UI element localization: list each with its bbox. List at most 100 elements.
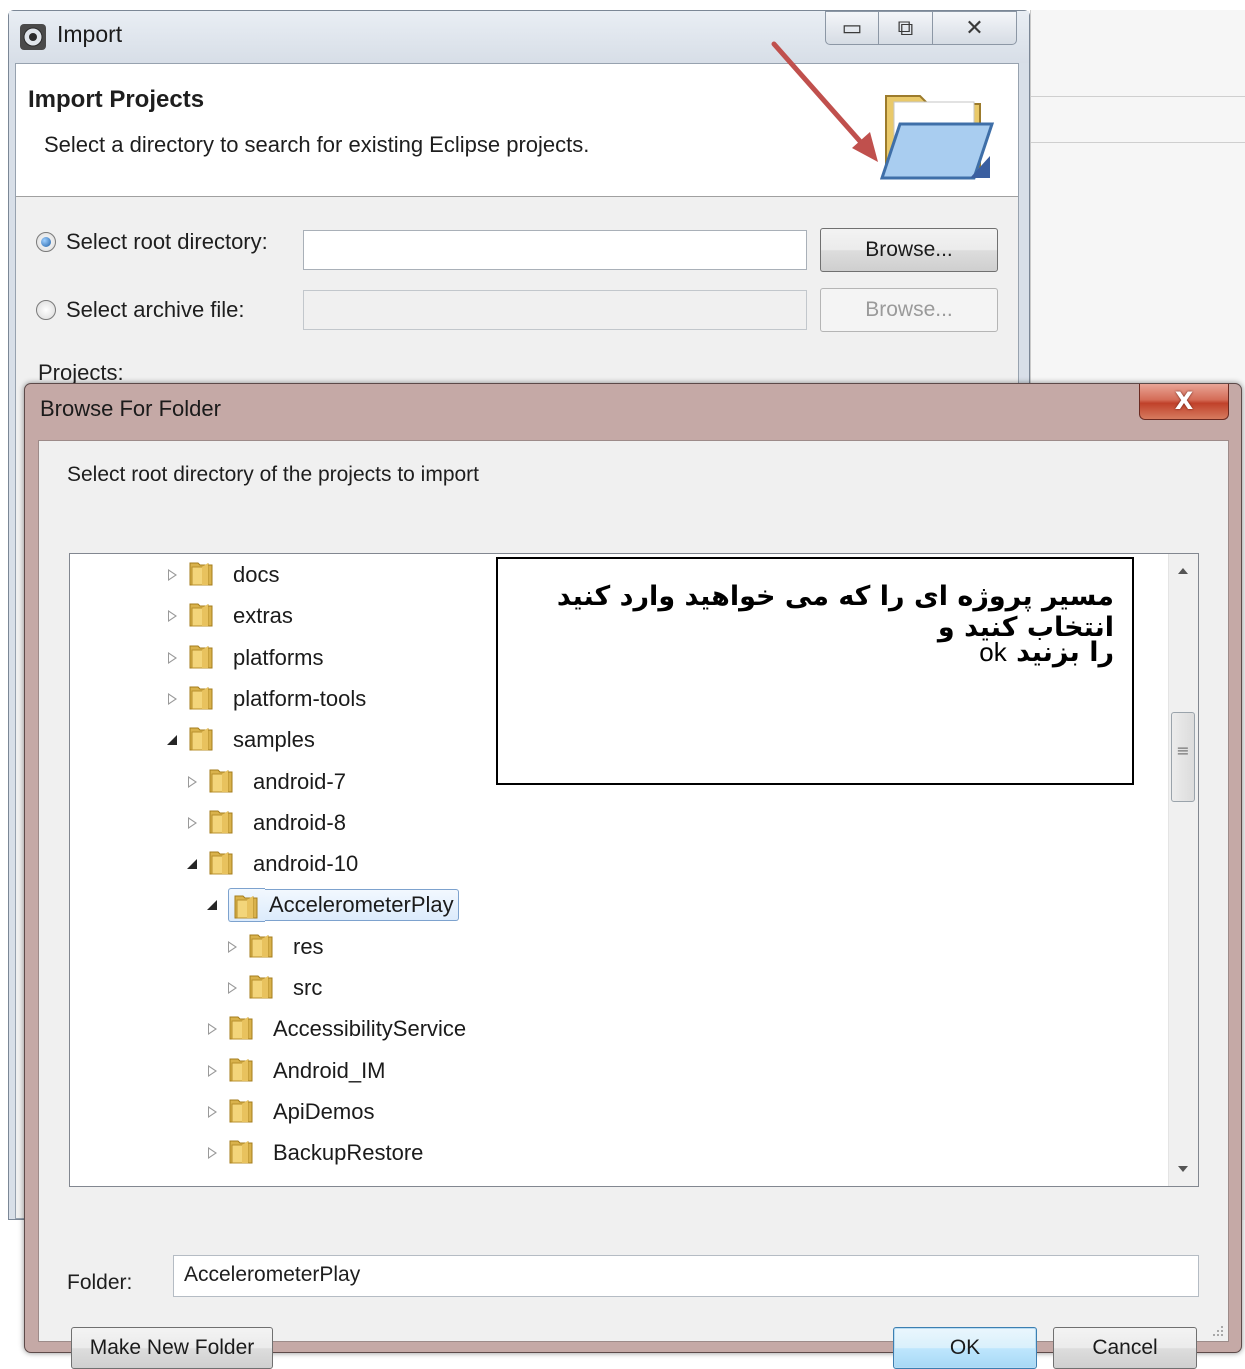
tree-item-icon-wrap: [228, 1135, 268, 1171]
archive-file-input[interactable]: [303, 290, 807, 330]
folder-icon: [229, 1058, 253, 1082]
annotation-arrow: [771, 41, 878, 162]
expand-arrow-icon[interactable]: [166, 682, 180, 716]
folder-icon: [249, 975, 273, 999]
page-description: Select a directory to search for existin…: [44, 132, 590, 157]
tree-item[interactable]: samples: [166, 723, 320, 757]
import-window-title: Import: [57, 21, 123, 47]
collapse-arrow-icon[interactable]: [186, 847, 200, 881]
tree-item[interactable]: platform-tools: [166, 682, 371, 716]
tree-item-label: ApiDemos: [273, 1098, 375, 1124]
folder-icon: [209, 769, 233, 792]
scroll-down-icon[interactable]: [1178, 1166, 1188, 1172]
collapse-arrow-icon[interactable]: [206, 888, 220, 922]
folder-icon: [249, 934, 273, 958]
tree-item-label: res: [293, 933, 324, 959]
tree-item-icon-wrap: [228, 1053, 268, 1089]
archive-file-option[interactable]: Select archive file:: [36, 290, 245, 330]
tree-item-label: docs: [233, 562, 280, 587]
folder-input[interactable]: AccelerometerPlay: [173, 1255, 1199, 1297]
scrollbar-thumb[interactable]: [1171, 712, 1195, 802]
tree-item-icon-wrap: [188, 640, 228, 676]
folder-icon: [229, 1099, 253, 1123]
page-title: Import Projects: [28, 86, 205, 113]
folder-icon: [229, 1016, 253, 1040]
browse-archive-button[interactable]: Browse...: [820, 288, 998, 332]
tree-item-icon-wrap: [248, 929, 288, 965]
tree-item-icon-wrap: [188, 722, 228, 758]
expand-arrow-icon[interactable]: [206, 1095, 220, 1129]
annotation-line-1: مسیر پروژه ای را که می خواهید وارد کنید …: [556, 581, 1114, 643]
tree-item-icon-wrap: [208, 846, 248, 882]
tree-item[interactable]: platforms: [166, 641, 328, 675]
tree-item[interactable]: AccelerometerPlay: [206, 888, 459, 923]
tree-item[interactable]: android-7: [186, 765, 351, 799]
expand-arrow-icon[interactable]: [206, 1054, 220, 1088]
dialog-instruction: Select root directory of the projects to…: [67, 463, 480, 486]
eclipse-import-icon: [20, 24, 46, 50]
tree-item-icon-wrap: [228, 1094, 268, 1130]
annotation-line-2: را بزنید ok: [979, 637, 1114, 668]
ok-button[interactable]: OK: [893, 1327, 1037, 1369]
tree-item-icon-wrap: [188, 681, 228, 717]
tree-item[interactable]: extras: [166, 599, 298, 633]
tree-item[interactable]: ApiDemos: [206, 1095, 379, 1129]
tree-item[interactable]: src: [226, 971, 327, 1005]
folder-icon: [189, 686, 213, 710]
tree-item[interactable]: AccessibilityService: [206, 1012, 471, 1046]
annotation-line-2-rest: را بزنید: [1016, 637, 1114, 668]
tree-item[interactable]: Android_IM: [206, 1054, 391, 1088]
expand-arrow-icon[interactable]: [226, 930, 240, 964]
expand-arrow-icon[interactable]: [226, 971, 240, 1005]
annotation-ok: ok: [979, 637, 1007, 667]
tree-item-icon-wrap: [188, 598, 228, 634]
folder-icon: [209, 810, 233, 834]
folder-icon: [234, 895, 258, 919]
tree-item[interactable]: docs: [166, 558, 284, 592]
tree-item-label: AccelerometerPlay: [265, 889, 459, 922]
divider: [1031, 96, 1245, 97]
tree-item[interactable]: android-8: [186, 806, 351, 840]
folder-tree[interactable]: BackupRestore ApiDemos Android_IM Accessibi…: [69, 553, 1199, 1187]
root-directory-radio[interactable]: [36, 232, 56, 252]
expand-arrow-icon[interactable]: [186, 765, 200, 799]
expand-arrow-icon[interactable]: [166, 641, 180, 675]
size-grip-icon[interactable]: [1210, 1323, 1224, 1337]
tree-item[interactable]: res: [226, 930, 329, 964]
tree-item-icon-wrap: [208, 764, 248, 800]
vertical-scrollbar[interactable]: [1168, 554, 1198, 1186]
expand-arrow-icon[interactable]: [206, 1012, 220, 1046]
root-directory-option[interactable]: Select root directory:: [36, 222, 268, 262]
folder-icon: [189, 727, 213, 751]
expand-arrow-icon[interactable]: [186, 806, 200, 840]
folder-icon: [229, 1140, 253, 1164]
root-directory-label: Select root directory:: [66, 229, 268, 254]
expand-arrow-icon[interactable]: [166, 599, 180, 633]
tree-item-label: android-7: [253, 768, 346, 794]
cancel-button[interactable]: Cancel: [1053, 1327, 1197, 1369]
browse-button[interactable]: Browse...: [820, 228, 998, 272]
tree-item[interactable]: BackupRestore: [206, 1136, 428, 1170]
expand-arrow-icon[interactable]: [206, 1136, 220, 1170]
tree-item-icon-wrap: [208, 805, 248, 841]
tree-item-icon-wrap: [248, 970, 288, 1006]
tree-item-label: platform-tools: [233, 685, 367, 711]
scroll-up-icon[interactable]: [1178, 568, 1188, 574]
annotation-box: مسیر پروژه ای را که می خواهید وارد کنید …: [496, 557, 1134, 785]
close-button[interactable]: ✕: [933, 11, 1017, 45]
tree-item-icon-wrap: [228, 888, 265, 923]
close-icon: X: [1174, 387, 1194, 415]
folder-icon: [189, 562, 213, 586]
tree-item-label: src: [293, 975, 323, 1000]
tree-item[interactable]: android-10: [186, 847, 363, 881]
folder-label: Folder:: [67, 1271, 133, 1294]
browse-for-folder-dialog: Browse For Folder X Select root director…: [24, 383, 1242, 1369]
dialog-close-button[interactable]: X: [1139, 384, 1229, 420]
collapse-arrow-icon[interactable]: [166, 723, 180, 757]
expand-arrow-icon[interactable]: [166, 558, 180, 592]
root-directory-input[interactable]: [303, 230, 807, 270]
tree-item-label: extras: [233, 603, 293, 629]
make-new-folder-button[interactable]: Make New Folder: [71, 1327, 273, 1369]
close-icon: ✕: [965, 16, 984, 41]
archive-file-radio[interactable]: [36, 300, 56, 320]
